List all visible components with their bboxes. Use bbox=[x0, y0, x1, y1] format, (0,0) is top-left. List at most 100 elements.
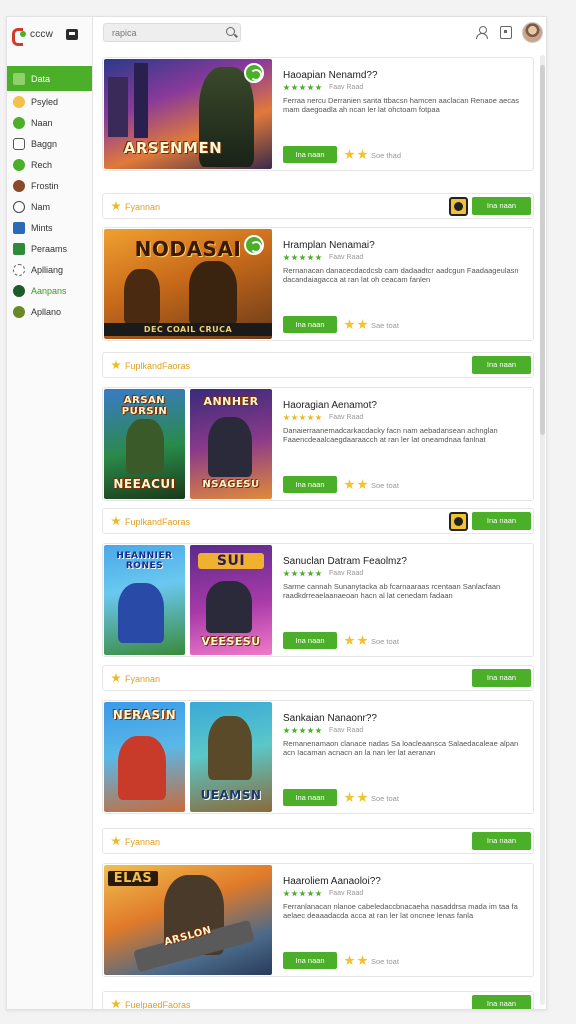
sidebar-item-label: Aanpans bbox=[31, 285, 67, 296]
game-app-icon[interactable] bbox=[449, 512, 468, 531]
category-label[interactable]: FuelpaedFaoras bbox=[125, 1000, 191, 1009]
user-icon[interactable] bbox=[476, 26, 488, 39]
game-title[interactable]: Sanuclan Datram Feaolmz? bbox=[283, 556, 407, 567]
game-title[interactable]: Haoragian Aenamot? bbox=[283, 400, 377, 411]
review-count: Soe thad bbox=[371, 151, 402, 160]
sidebar-item-apllano[interactable]: Apllano bbox=[7, 301, 92, 322]
sidebar-item-aanpans[interactable]: Aanpans bbox=[7, 280, 92, 301]
user-rating[interactable] bbox=[344, 955, 368, 966]
category-button[interactable]: Ina naan bbox=[472, 512, 531, 530]
sidebar-item-rech[interactable]: Rech bbox=[7, 154, 92, 175]
thumbnail-text: NERASIN bbox=[112, 708, 177, 722]
game-thumbnail[interactable]: ARSENMEN bbox=[104, 59, 272, 169]
game-card[interactable]: NODASAI DEC COAIL CRUCA Hramplan Nenamai… bbox=[102, 227, 534, 341]
user-rating[interactable] bbox=[344, 149, 368, 160]
sidebar-item-mints[interactable]: Mints bbox=[7, 217, 92, 238]
soldier-figure bbox=[206, 581, 252, 633]
play-button[interactable]: Ina naan bbox=[283, 146, 337, 163]
star-icon bbox=[291, 414, 298, 421]
sidebar-item-aplliang[interactable]: Aplliang bbox=[7, 259, 92, 280]
app-switcher-icon[interactable] bbox=[66, 28, 79, 40]
game-thumbnail[interactable]: UEAMSN bbox=[190, 702, 272, 812]
user-rating[interactable] bbox=[344, 479, 368, 490]
game-card[interactable]: NERASIN UEAMSN Sankaian Nanaonr?? Faav R… bbox=[102, 700, 534, 814]
sidebar-item-baggn[interactable]: Baggn bbox=[7, 133, 92, 154]
category-label[interactable]: Fyannan bbox=[125, 837, 160, 847]
game-list: ARSENMEN Haoapian Nenamd?? Faav Raad Fer… bbox=[93, 51, 546, 1009]
sidebar-item-peraams[interactable]: Peraams bbox=[7, 238, 92, 259]
logo[interactable]: cccw bbox=[7, 17, 92, 51]
window-icon[interactable] bbox=[500, 26, 512, 39]
user-rating[interactable] bbox=[344, 792, 368, 803]
game-thumbnail[interactable]: ELAS ARSLON bbox=[104, 865, 272, 975]
scrollbar[interactable] bbox=[540, 55, 545, 1005]
game-thumbnail[interactable]: HEANNIER RONES bbox=[104, 545, 185, 655]
star-icon bbox=[315, 414, 322, 421]
play-button[interactable]: Ina naan bbox=[283, 789, 337, 806]
game-thumbnail[interactable]: ARSAN PURSIN NEEACUI bbox=[104, 389, 185, 499]
game-card[interactable]: HEANNIER RONES SUI VEESESU Sanuclan Datr… bbox=[102, 543, 534, 657]
game-description: Ferraa nercu Derranien santa ttbacsn ham… bbox=[283, 96, 519, 114]
refresh-badge-icon bbox=[244, 235, 264, 255]
game-thumbnail[interactable]: NERASIN bbox=[104, 702, 185, 812]
user-rating[interactable] bbox=[344, 635, 368, 646]
game-card[interactable]: ARSAN PURSIN NEEACUI ANNHER NSAGESU Haor… bbox=[102, 387, 534, 501]
star-icon bbox=[357, 955, 368, 966]
play-button[interactable]: Ina naan bbox=[283, 316, 337, 333]
review-count: Soe toat bbox=[371, 637, 399, 646]
game-card[interactable]: ARSENMEN Haoapian Nenamd?? Faav Raad Fer… bbox=[102, 57, 534, 171]
category-button[interactable]: Ina naan bbox=[472, 832, 531, 850]
star-icon bbox=[315, 570, 322, 577]
logo-text: cccw bbox=[30, 28, 54, 40]
avatar[interactable] bbox=[522, 22, 543, 43]
category-bar: Fyannan Ina naan bbox=[102, 193, 534, 219]
sidebar-item-frostin[interactable]: Frostin bbox=[7, 175, 92, 196]
category-button[interactable]: Ina naan bbox=[472, 995, 531, 1009]
stats-icon bbox=[13, 221, 25, 234]
play-button[interactable]: Ina naan bbox=[283, 476, 337, 493]
trend-icon bbox=[13, 116, 25, 129]
thumbnail-text: SUI bbox=[198, 553, 264, 569]
sidebar-item-naan[interactable]: Naan bbox=[7, 112, 92, 133]
user-rating[interactable] bbox=[344, 319, 368, 330]
sidebar-item-psyled[interactable]: Psyled bbox=[7, 91, 92, 112]
sidebar-item-label: Peraams bbox=[31, 243, 68, 254]
game-thumbnail[interactable]: ANNHER NSAGESU bbox=[190, 389, 272, 499]
star-icon bbox=[299, 570, 306, 577]
play-button[interactable]: Ina naan bbox=[283, 632, 337, 649]
city-skyline bbox=[108, 77, 128, 137]
thumbnail-text: HEANNIER RONES bbox=[116, 551, 173, 571]
game-title[interactable]: Hramplan Nenamai? bbox=[283, 240, 375, 251]
rating-text: Faav Raad bbox=[329, 727, 364, 734]
soldier-figure bbox=[208, 417, 252, 477]
sidebar-item-label: Nam bbox=[31, 201, 51, 212]
search-icon[interactable] bbox=[226, 27, 235, 36]
category-button[interactable]: Ina naan bbox=[472, 669, 531, 687]
rating: Faav Raad bbox=[283, 727, 363, 734]
game-thumbnail[interactable]: SUI VEESESU bbox=[190, 545, 272, 655]
category-button[interactable]: Ina naan bbox=[472, 356, 531, 374]
game-card[interactable]: ELAS ARSLON Haaroliem Aanaoloi?? Faav Ra… bbox=[102, 863, 534, 977]
category-button[interactable]: Ina naan bbox=[472, 197, 531, 215]
category-label[interactable]: FuplkandFaoras bbox=[125, 517, 190, 527]
category-label[interactable]: Fyannan bbox=[125, 674, 160, 684]
review-count: Sae toat bbox=[371, 321, 399, 330]
search-input[interactable]: rapica bbox=[103, 23, 241, 42]
sidebar: cccw Data Psyled Naan Baggn Rech Frostin bbox=[7, 17, 93, 1009]
thumbnail-subtext: UEAMSN bbox=[200, 788, 262, 802]
game-title[interactable]: Haaroliem Aanaoloi?? bbox=[283, 876, 381, 887]
game-thumbnail[interactable]: NODASAI DEC COAIL CRUCA bbox=[104, 229, 272, 339]
category-label[interactable]: Fyannan bbox=[125, 202, 160, 212]
category-label[interactable]: FuplkandFaoras bbox=[125, 361, 190, 371]
game-title[interactable]: Haoapian Nenamd?? bbox=[283, 70, 378, 81]
thumbnail-text: ARSAN PURSIN bbox=[121, 395, 168, 417]
loader-icon bbox=[13, 263, 25, 276]
sidebar-item-label: Baggn bbox=[31, 138, 58, 149]
star-icon bbox=[357, 635, 368, 646]
game-title[interactable]: Sankaian Nanaonr?? bbox=[283, 713, 377, 724]
sidebar-item-nam[interactable]: Nam bbox=[7, 196, 92, 217]
sidebar-item-data[interactable]: Data bbox=[7, 66, 92, 91]
play-button[interactable]: Ina naan bbox=[283, 952, 337, 969]
rating: Faav Raad bbox=[283, 414, 363, 421]
game-app-icon[interactable] bbox=[449, 197, 468, 216]
